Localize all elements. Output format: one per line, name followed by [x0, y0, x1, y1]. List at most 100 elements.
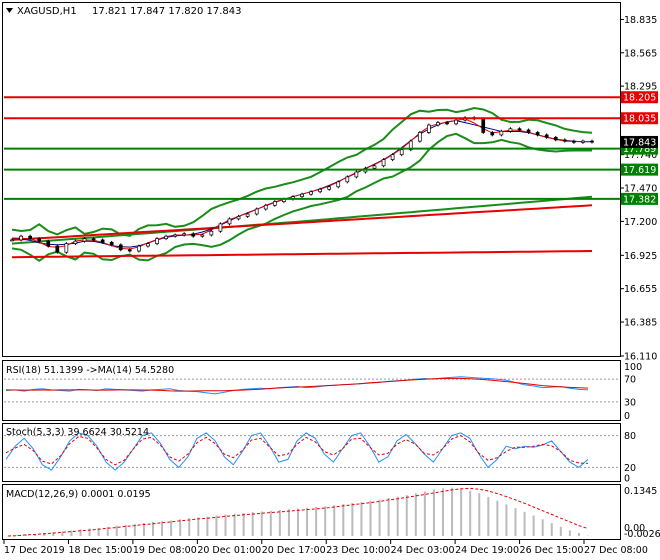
candle-body [254, 208, 259, 215]
macd-title: MACD(12,26,9) 0.0001 0.0195 [6, 489, 151, 500]
candle-body [19, 235, 23, 241]
candle-body [173, 234, 177, 237]
macd-tick-label: -0.0026 [624, 529, 660, 540]
candle-body [390, 154, 395, 160]
candle-body [118, 244, 123, 251]
stoch-panel[interactable]: 80 200 Stoch(5,3,3) 39.6624 30.5214 [2, 423, 637, 485]
candle-body [526, 129, 531, 133]
candle-body [399, 149, 404, 156]
rsi-panel[interactable]: 100 70 30 0 RSI(18) 51.1399 ->MA(14) 54.528… [2, 360, 643, 423]
price-tick-label: 16.385 [624, 318, 657, 329]
candle-body [499, 130, 504, 136]
candle-body [91, 238, 96, 241]
candle-body [82, 238, 87, 242]
macd-scale: 0.13450.00-0.0026 [624, 486, 660, 540]
main-panel-frame [2, 2, 621, 357]
time-tick-label: 24 Dec 19:00 [455, 545, 519, 556]
price-tick-label: 17.200 [624, 217, 657, 228]
candle-body [327, 186, 332, 190]
candle-body [309, 191, 313, 195]
candle-body [445, 122, 449, 125]
time-tick-label: 27 Dec 08:00 [584, 545, 648, 556]
candle-body [191, 233, 196, 237]
candle-body [127, 249, 132, 252]
stoch-tick-label: 0 [624, 474, 630, 485]
candle-body [436, 122, 440, 126]
candle-body [336, 181, 341, 188]
time-tick-label: 20 Dec 01:00 [197, 545, 261, 556]
stoch-tick-label: 80 [624, 431, 636, 442]
candle-body [417, 132, 422, 142]
time-axis: 17 Dec 2019 18 Dec 15:00 19 Dec 08:00 20 De… [3, 540, 648, 556]
candle-body [318, 188, 322, 193]
time-tick-label: 20 Dec 17:00 [262, 545, 326, 556]
price-tick-label: 16.110 [624, 352, 657, 363]
candle-body [535, 132, 540, 136]
candle-body [146, 243, 150, 247]
level-label-text: 17.619 [623, 165, 656, 176]
candle-body [227, 218, 232, 225]
candle-body [218, 223, 223, 232]
candle-body [109, 242, 114, 246]
rsi-tick-label: 0 [624, 411, 630, 422]
main-price-panel[interactable]: 18.83518.56518.29517.74017.47017.20016.9… [2, 2, 659, 363]
price-tick-label: 18.295 [624, 82, 657, 93]
candle-body [381, 159, 386, 167]
candle-body [100, 239, 105, 243]
candle-body [200, 234, 205, 237]
time-tick-label: 18 Dec 15:00 [68, 545, 132, 556]
candle-body [245, 213, 250, 217]
macd-tick-label: 0.1345 [624, 486, 657, 497]
candle-body [581, 140, 585, 143]
candle-body [55, 245, 60, 253]
candle-body [572, 140, 576, 143]
chart-canvas: 18.83518.56518.29517.74017.47017.20016.9… [2, 2, 660, 556]
macd-panel[interactable]: 0.13450.00-0.0026 MACD(12,26,9) 0.0001 0… [2, 484, 660, 541]
time-tick-label: 24 Dec 03:00 [391, 545, 455, 556]
candle-body [182, 233, 187, 236]
candle-body [354, 171, 359, 178]
stoch-title: Stoch(5,3,3) 39.6624 30.5214 [6, 427, 149, 438]
rsi-tick-label: 100 [624, 362, 642, 373]
time-tick-label: 26 Dec 15:00 [520, 545, 584, 556]
candle-body [209, 230, 214, 236]
candle-body [490, 132, 495, 136]
candle-body [137, 245, 141, 252]
level-label-text: 18.205 [623, 93, 656, 104]
candle-body [553, 137, 558, 141]
rsi-scale: 100 70 30 0 [624, 362, 642, 422]
candle-body [73, 240, 78, 244]
price-tick-label: 18.835 [624, 15, 657, 26]
rsi-tick-label: 70 [624, 375, 636, 386]
candle-body [28, 235, 32, 240]
level-label-text: 17.382 [623, 194, 656, 205]
candle-body [508, 128, 513, 132]
rsi-tick-label: 30 [624, 397, 636, 408]
candle-body [590, 140, 594, 143]
price-scale: 18.83518.56518.29517.74017.47017.20016.9… [620, 15, 657, 363]
candle-body [272, 201, 277, 206]
current-price-text: 17.843 [623, 137, 656, 148]
stoch-tick-label: 20 [624, 463, 636, 474]
symbol-timeframe: XAGUSD,H1 [17, 6, 77, 17]
candle-body [345, 176, 350, 183]
price-tick-label: 16.655 [624, 284, 657, 295]
candle-body [164, 235, 168, 240]
ohlc-values: 17.821 17.847 17.820 17.843 [92, 6, 242, 17]
candle-body [372, 165, 377, 169]
price-tick-label: 16.925 [624, 251, 657, 262]
candle-body [562, 139, 567, 142]
time-tick-label: 19 Dec 08:00 [133, 545, 197, 556]
candle-body [454, 119, 458, 125]
price-tick-label: 17.470 [624, 184, 657, 195]
candle-body [64, 243, 69, 253]
time-tick-label: 23 Dec 10:00 [326, 545, 390, 556]
candle-body [544, 134, 549, 138]
stoch-scale: 80 200 [624, 431, 636, 484]
candle-body [236, 216, 241, 220]
time-tick-label: 17 Dec 2019 [4, 545, 65, 556]
candle-body [481, 118, 486, 133]
candle-body [10, 239, 14, 242]
candle-body [37, 238, 42, 242]
candle-body [427, 124, 431, 133]
